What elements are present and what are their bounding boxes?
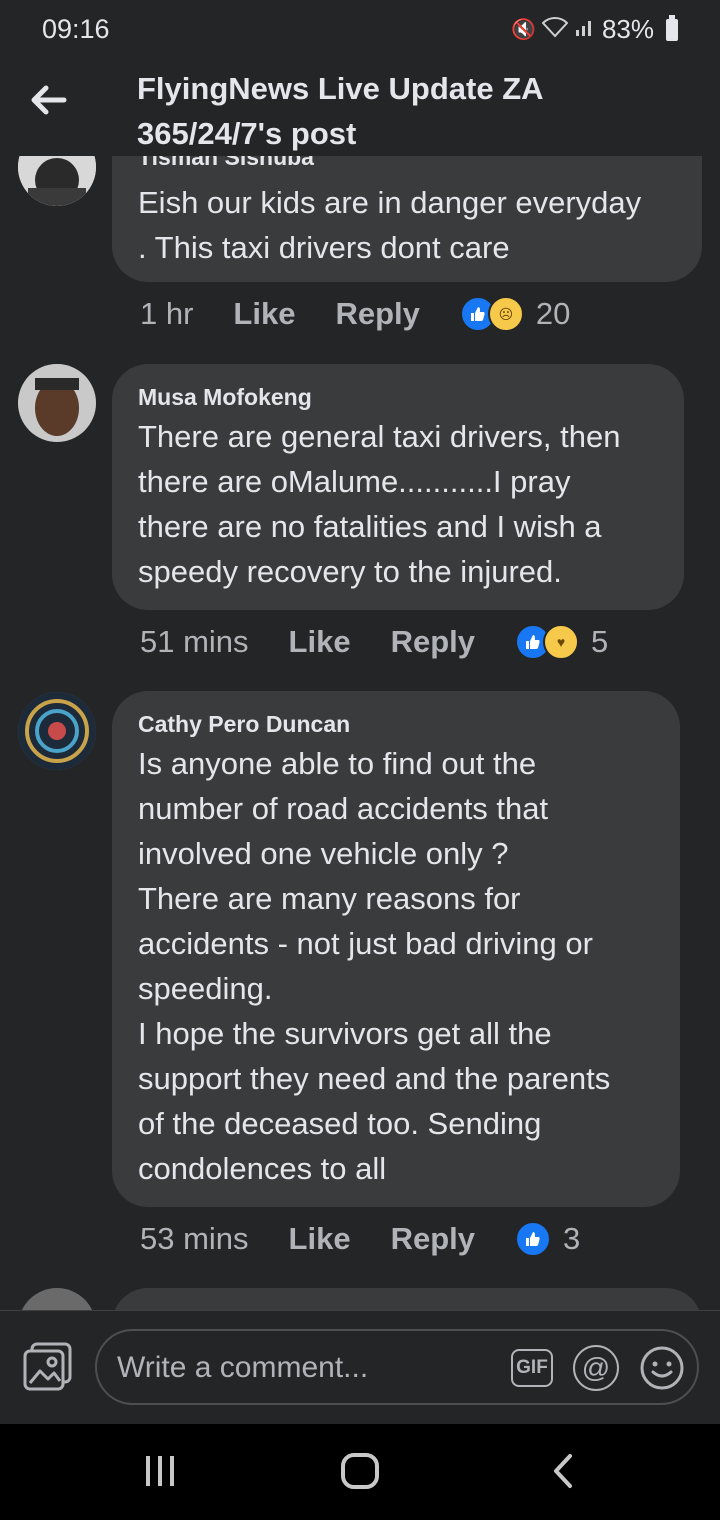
post-header: FlyingNews Live Update ZA 365/24/7's pos… (0, 60, 720, 156)
page-title-line1: FlyingNews Live Update ZA (137, 71, 544, 106)
back-arrow-icon[interactable] (28, 80, 68, 120)
like-button[interactable]: Like (233, 296, 295, 332)
care-emoji-icon: ♥ (543, 624, 579, 660)
comment-bubble: Musa Mofokeng There are general taxi dri… (112, 364, 684, 610)
comment-time[interactable]: 53 mins (140, 1221, 249, 1257)
comment-author[interactable]: Musa Mofokeng (138, 384, 312, 411)
photo-icon[interactable] (22, 1341, 74, 1393)
comment-input-placeholder: Write a comment... (117, 1351, 369, 1384)
reaction-count: 3 (563, 1221, 581, 1256)
comment-bubble: Tisman Sisnuba Eish our kids are in dang… (112, 156, 702, 282)
reactions-summary[interactable]: ☹ (459, 296, 524, 332)
home-icon[interactable] (340, 1452, 380, 1495)
thumbs-up-icon (515, 1221, 551, 1257)
avatar[interactable] (18, 692, 96, 770)
reply-button[interactable]: Reply (335, 296, 419, 332)
mute-icon: 🔇 (511, 19, 536, 41)
battery-icon (666, 14, 678, 41)
signal-icon (574, 16, 596, 44)
reactions-summary[interactable]: ♥ (515, 624, 579, 660)
reply-button[interactable]: Reply (391, 624, 475, 660)
system-nav-bar (0, 1424, 720, 1520)
sad-emoji-icon: ☹ (487, 296, 524, 332)
mention-button[interactable]: @ (573, 1345, 619, 1391)
comment-text: Eish our kids are in danger everyday . T… (138, 185, 642, 265)
comments-feed: Tisman Sisnuba Eish our kids are in dang… (0, 156, 720, 1310)
comment-bubble (112, 1288, 702, 1310)
back-nav-icon[interactable] (548, 1452, 578, 1495)
comment-bubble: Cathy Pero Duncan Is anyone able to find… (112, 691, 680, 1207)
like-button[interactable]: Like (289, 624, 351, 660)
comment-time[interactable]: 1 hr (140, 296, 193, 332)
recent-apps-icon[interactable] (142, 1454, 178, 1493)
comment-input[interactable]: Write a comment... GIF @ (95, 1329, 699, 1405)
page-title: FlyingNews Live Update ZA 365/24/7's pos… (137, 66, 657, 156)
status-bar: 09:16 🔇 83% (0, 0, 720, 60)
status-icons: 🔇 83% (511, 14, 678, 45)
status-time: 09:16 (42, 14, 110, 44)
comment-author[interactable]: Tisman Sisnuba (138, 156, 314, 171)
gif-button[interactable]: GIF (511, 1349, 553, 1387)
reply-button[interactable]: Reply (391, 1221, 475, 1257)
comment-composer: Write a comment... GIF @ (0, 1310, 720, 1425)
comment-actions: 1 hr Like Reply ☹ 20 (140, 296, 570, 332)
wifi-icon (541, 16, 569, 44)
like-button[interactable]: Like (289, 1221, 351, 1257)
comment-time[interactable]: 51 mins (140, 624, 249, 660)
comment-text: Is anyone able to find out the number of… (138, 746, 611, 1186)
reactions-summary[interactable] (515, 1221, 551, 1257)
page-title-line2: 365/24/7's post (137, 116, 357, 151)
avatar[interactable] (18, 1288, 96, 1310)
avatar[interactable] (18, 364, 96, 442)
reaction-count: 20 (535, 296, 571, 331)
comment-text: There are general taxi drivers, then the… (138, 419, 621, 589)
comment-actions: 51 mins Like Reply ♥ 5 (140, 624, 608, 660)
emoji-icon[interactable] (639, 1345, 685, 1391)
comment-actions: 53 mins Like Reply 3 (140, 1221, 580, 1257)
avatar[interactable] (18, 156, 96, 206)
reaction-count: 5 (591, 624, 609, 659)
comment-author[interactable]: Cathy Pero Duncan (138, 711, 350, 738)
battery-percent: 83% (601, 14, 654, 44)
